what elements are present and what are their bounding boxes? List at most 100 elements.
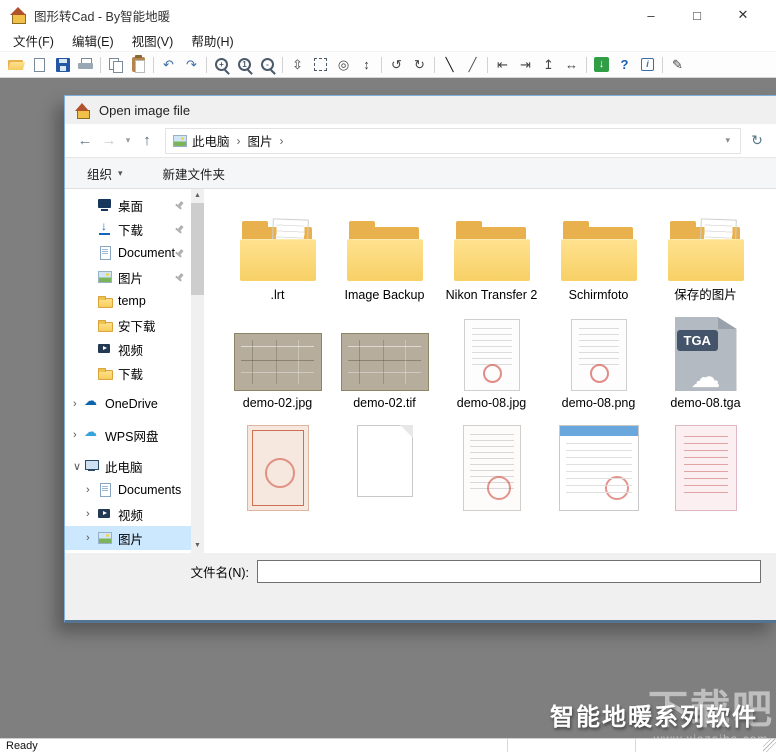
scroll-up-icon[interactable]: ▲	[194, 189, 201, 203]
breadcrumb-separator-icon[interactable]: ›	[234, 134, 244, 148]
dim-left-button[interactable]: ⇤	[491, 54, 514, 75]
filename-input[interactable]	[257, 559, 761, 583]
address-dropdown-icon[interactable]: ▾	[721, 135, 734, 146]
file-item[interactable]	[224, 425, 331, 511]
chevron-collapsed-icon[interactable]: ›	[86, 484, 97, 496]
close-button[interactable]: ✕	[720, 7, 766, 23]
refresh-button[interactable]: ↻	[745, 132, 769, 149]
zoom-in-button[interactable]: +	[210, 54, 233, 75]
folder-item[interactable]: 保存的图片	[652, 203, 759, 303]
file-item[interactable]: TGA ☁ demo-08.tga	[652, 315, 759, 411]
open-file-button[interactable]	[5, 54, 28, 75]
organize-button[interactable]: 组织 ▾	[87, 164, 123, 183]
info-button[interactable]: i	[636, 54, 659, 75]
folder-item[interactable]: Nikon Transfer 2	[438, 203, 545, 303]
annotate-button[interactable]: ✎	[666, 54, 689, 75]
file-item[interactable]: demo-02.tif	[331, 315, 438, 411]
menu-item-1[interactable]: 文件(F)	[4, 29, 63, 52]
sidebar-item-8[interactable]: 下载	[65, 361, 191, 385]
sidebar-item-6[interactable]: 安下载	[65, 313, 191, 337]
folder-item[interactable]: .lrt	[224, 203, 331, 303]
sidebar-item-14[interactable]: › 图片	[65, 526, 191, 550]
minimize-button[interactable]: –	[628, 8, 674, 23]
dialog-command-bar: 组织 ▾ 新建文件夹	[65, 158, 776, 189]
breadcrumb-item-2[interactable]: 图片	[244, 129, 277, 152]
file-item[interactable]	[438, 425, 545, 511]
wps-icon	[84, 424, 100, 443]
file-item[interactable]: demo-08.png	[545, 315, 652, 411]
sidebar-item-label: Documents	[118, 483, 182, 497]
file-thumbnail	[558, 425, 639, 511]
watermark-url: www.xiazaiba.com	[648, 732, 774, 738]
zoom-actual-button[interactable]: 1	[233, 54, 256, 75]
stamp-icon	[486, 476, 511, 500]
breadcrumb-separator-icon[interactable]: ›	[277, 134, 287, 148]
vertical-arrows-button[interactable]: ↕	[355, 54, 378, 75]
polyline-button[interactable]: ╱	[461, 54, 484, 75]
history-dropdown-icon[interactable]: ▾	[121, 135, 135, 146]
chevron-expanded-icon[interactable]: ∨	[73, 460, 84, 473]
sidebar-item-1[interactable]: 桌面	[65, 193, 191, 217]
zoom-out-button[interactable]: -	[256, 54, 279, 75]
sidebar-item-5[interactable]: temp	[65, 289, 191, 313]
up-button[interactable]: ↑	[135, 132, 159, 149]
menu-item-4[interactable]: 帮助(H)	[182, 29, 242, 52]
sidebar-item-2[interactable]: 下载	[65, 217, 191, 241]
crosshair-button[interactable]: ◎	[332, 54, 355, 75]
scrollbar-track[interactable]	[191, 203, 204, 539]
sidebar-item-label: Documents	[118, 246, 175, 260]
maximize-button[interactable]: □	[674, 8, 720, 23]
rotate-right-button[interactable]: ↻	[408, 54, 431, 75]
sidebar-item-4[interactable]: 图片	[65, 265, 191, 289]
resize-grip-icon[interactable]	[763, 739, 776, 752]
address-bar[interactable]: 此电脑 › 图片 › ▾	[165, 127, 741, 154]
back-button[interactable]: ←	[73, 132, 97, 149]
scroll-down-icon[interactable]: ▼	[194, 539, 201, 553]
scrollbar-thumb[interactable]	[191, 203, 204, 295]
folder-item[interactable]: Schirmfoto	[545, 203, 652, 303]
grid-select-button[interactable]	[309, 54, 332, 75]
sidebar-item-label: 下载	[118, 367, 144, 382]
sidebar-item-13[interactable]: › 视频	[65, 502, 191, 526]
update-button[interactable]: ↓	[590, 54, 613, 75]
line-button[interactable]: ╲	[438, 54, 461, 75]
sidebar-item-3[interactable]: Documents	[65, 241, 191, 265]
sidebar-item-7[interactable]: 视频	[65, 337, 191, 361]
redo-button[interactable]: ↷	[180, 54, 203, 75]
folder-icon	[453, 219, 531, 283]
undo-button[interactable]: ↶	[157, 54, 180, 75]
dim-right-button[interactable]: ⇥	[514, 54, 537, 75]
chevron-collapsed-icon[interactable]: ›	[86, 532, 97, 544]
menu-item-3[interactable]: 视图(V)	[123, 29, 183, 52]
file-item[interactable]: demo-02.jpg	[224, 315, 331, 411]
menu-item-2[interactable]: 编辑(E)	[63, 29, 123, 52]
chevron-collapsed-icon[interactable]: ›	[73, 429, 84, 441]
pan-button[interactable]: ⇳	[286, 54, 309, 75]
copy-button[interactable]	[104, 54, 127, 75]
dim-width-button[interactable]: ↔	[560, 54, 583, 75]
paste-button[interactable]	[127, 54, 150, 75]
folder-name: 保存的图片	[674, 288, 737, 302]
new-folder-button[interactable]: 新建文件夹	[163, 164, 226, 183]
file-item[interactable]: demo-08.jpg	[438, 315, 545, 411]
sidebar-item-10[interactable]: › WPS网盘	[65, 423, 191, 447]
rotate-left-button[interactable]: ↺	[385, 54, 408, 75]
dim-up-button[interactable]: ↥	[537, 54, 560, 75]
print-button[interactable]	[74, 54, 97, 75]
sidebar-scrollbar[interactable]: ▲ ▼	[191, 189, 204, 553]
chevron-collapsed-icon[interactable]: ›	[86, 508, 97, 520]
dialog-title-bar[interactable]: Open image file	[65, 96, 776, 124]
help-button[interactable]: ?	[613, 54, 636, 75]
sidebar-item-11[interactable]: ∨ 此电脑	[65, 454, 191, 478]
folder-item[interactable]: Image Backup	[331, 203, 438, 303]
forward-button[interactable]: →	[97, 132, 121, 149]
file-item[interactable]	[331, 425, 438, 511]
chevron-collapsed-icon[interactable]: ›	[73, 398, 84, 410]
breadcrumb-item-1[interactable]: 此电脑	[188, 129, 234, 152]
file-item[interactable]	[545, 425, 652, 511]
file-item[interactable]	[652, 425, 759, 511]
sidebar-item-9[interactable]: › OneDrive	[65, 392, 191, 416]
new-file-button[interactable]	[28, 54, 51, 75]
sidebar-item-12[interactable]: › Documents	[65, 478, 191, 502]
save-button[interactable]	[51, 54, 74, 75]
